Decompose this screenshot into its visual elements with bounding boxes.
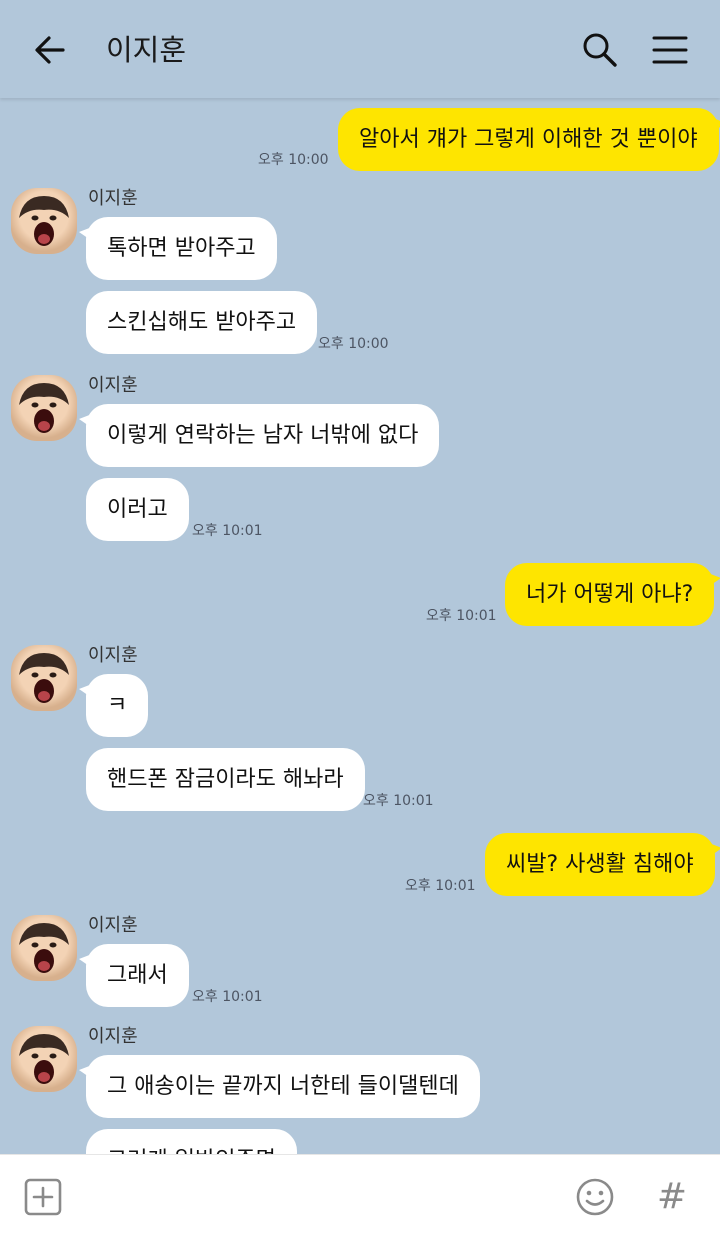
message-time: 오후 10:00 — [258, 152, 329, 168]
friend-message-bubble[interactable]: 그래서 — [79, 944, 189, 1007]
friend-message-bubble[interactable]: ㅋ — [78, 674, 149, 737]
message-time: 오후 10:01 — [192, 989, 263, 1005]
plus-square-icon — [24, 1178, 62, 1216]
friend-message-bubble[interactable]: 톡하면 받아주고 — [79, 217, 277, 280]
chat-header: 이지훈 — [0, 0, 720, 98]
friend-message-bubble[interactable]: 이렇게 연락하는 남자 너밖에 없다 — [78, 404, 440, 467]
friend-message-bubble[interactable]: 핸드폰 잠금이라도 해놔라 — [86, 748, 365, 811]
friend-name: 이지훈 — [88, 188, 138, 209]
friend-avatar[interactable] — [11, 915, 77, 981]
my-message-bubble[interactable]: 알아서 걔가 그렇게 이해한 것 뿐이야 — [338, 108, 720, 171]
message-time: 오후 10:01 — [405, 878, 476, 894]
menu-icon — [652, 36, 688, 64]
chat-title: 이지훈 — [106, 33, 187, 67]
my-message-bubble[interactable]: 씨발? 사생활 침해야 — [485, 833, 720, 896]
friend-avatar[interactable] — [11, 188, 77, 254]
search-icon — [583, 33, 617, 67]
search-button[interactable] — [578, 28, 622, 72]
message-time: 오후 10:01 — [192, 523, 263, 539]
menu-button[interactable] — [648, 28, 692, 72]
friend-name: 이지훈 — [88, 645, 138, 666]
chat-area[interactable]: 알아서 걔가 그렇게 이해한 것 뿐이야 오후 10:00 이지훈 톡하면 받아… — [0, 98, 720, 1154]
friend-message-bubble[interactable]: 그러게 일반인주면 — [86, 1129, 297, 1154]
friend-message-bubble[interactable]: 스킨십해도 받아주고 — [86, 291, 318, 354]
friend-avatar[interactable] — [11, 1026, 77, 1092]
message-time: 오후 10:00 — [318, 336, 389, 352]
friend-message-bubble[interactable]: 이러고 — [86, 478, 189, 541]
friend-name: 이지훈 — [88, 1026, 138, 1047]
friend-avatar[interactable] — [11, 645, 77, 711]
add-button[interactable] — [19, 1173, 67, 1221]
smiley-icon — [576, 1178, 614, 1216]
message-time: 오후 10:01 — [363, 793, 434, 809]
friend-avatar[interactable] — [11, 375, 77, 441]
message-time: 오후 10:01 — [426, 608, 497, 624]
hashtag-button[interactable]: # — [648, 1173, 696, 1221]
friend-message-bubble[interactable]: 그 애송이는 끝까지 너한테 들이댈텐데 — [79, 1055, 480, 1118]
emoji-button[interactable] — [571, 1173, 619, 1221]
friend-name: 이지훈 — [88, 375, 138, 396]
back-arrow-icon — [35, 36, 65, 64]
friend-name: 이지훈 — [88, 915, 138, 936]
my-message-bubble[interactable]: 너가 어떻게 아냐? — [505, 563, 720, 626]
input-bar: # — [0, 1154, 720, 1238]
back-button[interactable] — [28, 28, 72, 72]
